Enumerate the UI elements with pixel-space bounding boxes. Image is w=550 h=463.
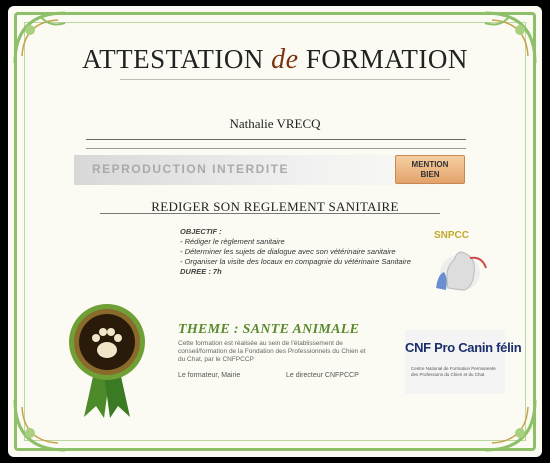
cnf-logo-title: CNF Pro Canin félin — [405, 340, 522, 355]
mention-value: BIEN — [420, 170, 440, 179]
course-description: Cette formation est réalisée au sein de … — [178, 340, 366, 363]
certificate-page: ATTESTATION de FORMATION Nathalie VRECQ … — [0, 0, 550, 463]
recipient-name: Nathalie VRECQ — [229, 116, 321, 131]
objectives-block: OBJECTIF : - Rédiger le règlement sanita… — [180, 227, 411, 277]
certificate-title: ATTESTATION de FORMATION — [0, 44, 550, 76]
cnf-logo-subtitle: Centre National de Formation Permanente … — [411, 366, 496, 377]
title-divider — [120, 79, 450, 80]
title-de: de — [271, 44, 299, 75]
objectives-heading: OBJECTIF : — [180, 227, 222, 236]
mention-badge: MENTION BIEN — [395, 155, 465, 184]
title-part2: FORMATION — [305, 44, 468, 74]
snpcc-logo-text: SNPCC — [434, 230, 470, 241]
name-divider-secondary — [86, 148, 466, 149]
signature-line: Le formateur, Mairie Le directeur CNFPCC… — [178, 372, 359, 379]
signature-left: Le formateur, Mairie — [178, 372, 241, 379]
name-divider — [86, 139, 466, 140]
corner-flourish-icon — [484, 399, 537, 452]
course-theme: THEME : SANTE ANIMALE — [178, 322, 360, 337]
duration-label: DUREE : 7h — [180, 267, 222, 276]
signature-right: Le directeur CNFPCCP — [286, 372, 359, 379]
objective-item: - Rédiger le règlement sanitaire — [180, 237, 285, 246]
paw-medal-icon — [69, 304, 145, 418]
title-part1: ATTESTATION — [82, 44, 264, 74]
objective-item: - Organiser la visite des locaux en comp… — [180, 257, 411, 266]
cnf-logo: CNF Pro Canin félin Centre National de F… — [405, 330, 522, 394]
subject-divider — [100, 213, 440, 214]
objective-item: - Déterminer les sujets de dialogue avec… — [180, 247, 396, 256]
reproduction-watermark: REPRODUCTION INTERDITE — [92, 162, 290, 176]
mention-label: MENTION — [411, 160, 449, 169]
